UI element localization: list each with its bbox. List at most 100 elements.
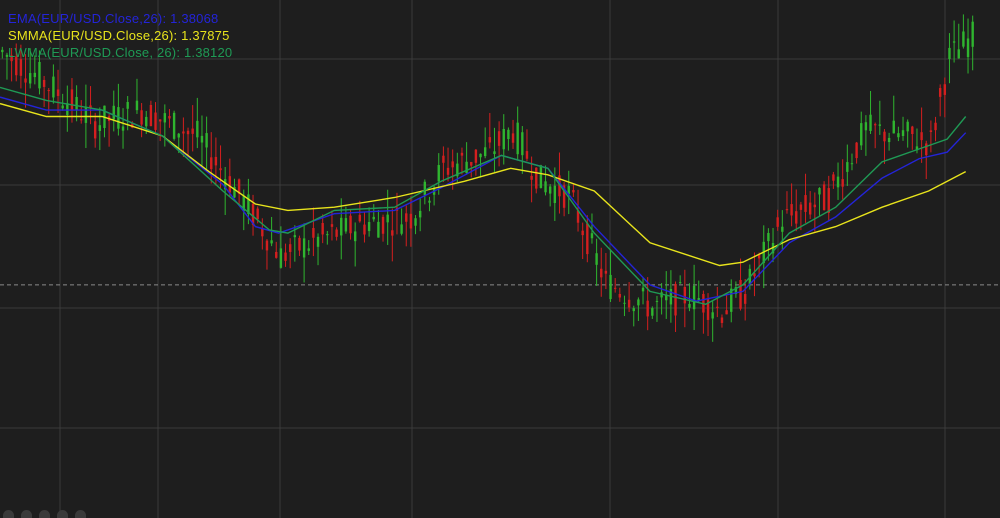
candle-body — [869, 114, 872, 131]
candle — [298, 235, 301, 256]
candle — [883, 129, 886, 164]
candle — [42, 75, 46, 107]
candle-body — [298, 237, 301, 251]
candle-body — [948, 47, 951, 59]
candle — [93, 112, 97, 148]
candle — [637, 297, 640, 321]
candle — [832, 171, 835, 189]
candle-body — [200, 135, 204, 143]
candle-body — [186, 130, 190, 135]
candle — [237, 178, 241, 204]
panel-dot-3[interactable] — [39, 510, 50, 518]
candle-body — [121, 126, 125, 131]
candle — [674, 281, 677, 332]
candle — [683, 269, 687, 328]
candle-body — [892, 120, 895, 134]
candle-body — [409, 213, 413, 229]
panel-dot-5[interactable] — [75, 510, 86, 518]
candle — [948, 33, 951, 84]
chart-canvas[interactable] — [0, 0, 1000, 518]
candle — [223, 166, 227, 215]
candle-body — [140, 110, 143, 125]
candle-body — [80, 119, 83, 121]
candle — [395, 192, 399, 235]
candle-body — [275, 251, 278, 258]
candle — [89, 86, 92, 125]
candle-body — [790, 204, 793, 216]
candle-body — [154, 112, 157, 130]
candle-body — [688, 303, 691, 308]
candle-body — [925, 143, 928, 156]
candle-body — [256, 208, 259, 220]
candle-body — [962, 31, 965, 47]
candle — [943, 77, 947, 118]
candle-body — [70, 89, 74, 110]
price-chart[interactable]: EMA(EUR/USD.Close,26): 1.38068 SMMA(EUR/… — [0, 0, 1000, 518]
candle — [265, 239, 269, 270]
candle-body — [785, 209, 789, 211]
candle-body — [405, 213, 408, 222]
candle-body — [279, 248, 283, 268]
candle — [456, 152, 459, 183]
candle-body — [678, 282, 682, 284]
candle — [632, 305, 635, 327]
candle-body — [38, 61, 41, 89]
candle — [98, 107, 102, 151]
candle — [470, 161, 473, 178]
candle — [168, 109, 171, 128]
candle-body — [920, 132, 923, 141]
candle-body — [316, 236, 320, 247]
candle-body — [418, 210, 422, 218]
candle — [878, 100, 882, 135]
candle-body — [864, 122, 868, 131]
candle — [24, 54, 27, 108]
candle — [897, 126, 900, 142]
candle-body — [887, 137, 891, 143]
candle-body — [321, 223, 324, 235]
candle-body — [860, 123, 863, 146]
candle-body — [692, 285, 696, 310]
candle — [200, 115, 204, 167]
candle — [730, 279, 733, 323]
candle-body — [340, 217, 343, 236]
candle-body — [228, 176, 232, 193]
candle-body — [126, 101, 129, 109]
candle-body — [353, 231, 357, 242]
candle — [697, 280, 700, 303]
candle — [813, 192, 817, 232]
panel-dot-1[interactable] — [3, 510, 14, 518]
candle — [739, 258, 742, 311]
candle — [725, 294, 728, 315]
candle-body — [952, 41, 956, 43]
panel-dot-4[interactable] — [57, 510, 68, 518]
candle-body — [307, 248, 310, 251]
candle-body — [627, 299, 631, 308]
indicator-legend: EMA(EUR/USD.Close,26): 1.38068 SMMA(EUR/… — [8, 10, 232, 61]
candle-body — [349, 215, 352, 234]
candle — [507, 127, 510, 151]
candle — [651, 306, 654, 319]
candle — [288, 238, 292, 269]
candle-body — [818, 188, 821, 195]
candle-body — [674, 283, 677, 316]
candle-body — [725, 310, 728, 315]
candle — [326, 230, 329, 245]
candle — [363, 212, 366, 243]
candle — [340, 198, 343, 260]
candle — [827, 175, 830, 221]
candle-body — [191, 128, 194, 134]
candle-body — [61, 105, 64, 109]
candle-body — [507, 129, 510, 140]
candle — [539, 164, 543, 189]
candle — [692, 264, 696, 331]
panel-dot-2[interactable] — [21, 510, 32, 518]
candle — [312, 207, 315, 257]
candle-body — [655, 300, 659, 302]
candle-body — [572, 190, 575, 193]
candle — [660, 283, 663, 315]
candle — [720, 314, 724, 328]
candle-body — [177, 133, 180, 138]
candle — [140, 103, 143, 138]
candle — [641, 277, 645, 305]
candle — [771, 227, 775, 263]
